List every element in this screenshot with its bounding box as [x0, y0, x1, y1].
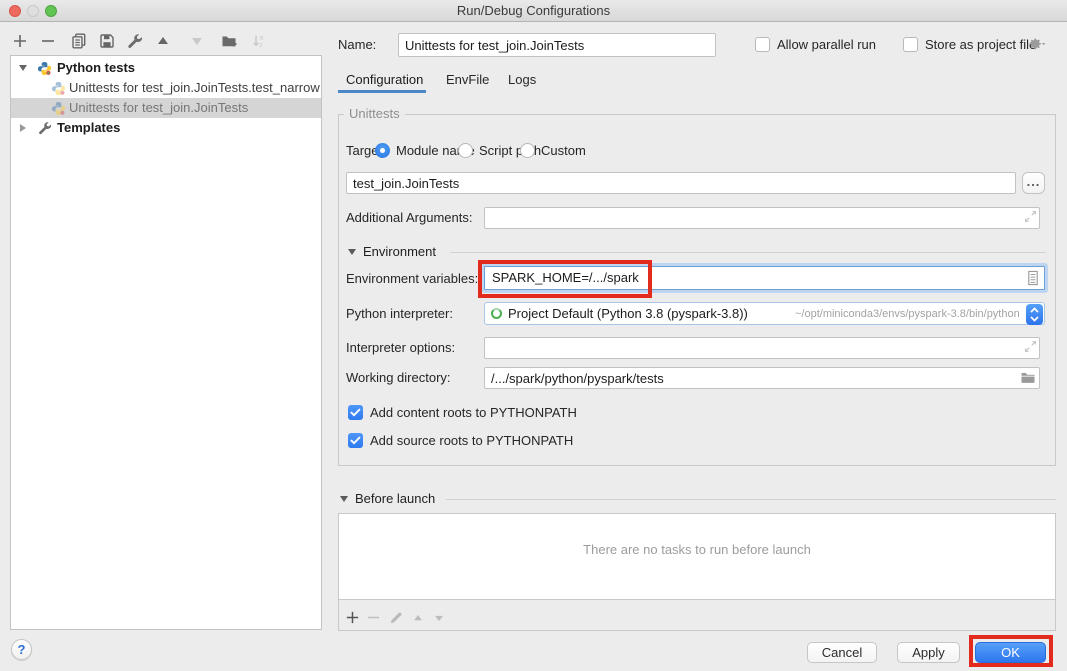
tree-item-test-narrow[interactable]: Unittests for test_join.JoinTests.test_n…: [11, 78, 321, 98]
target-module-name-radio[interactable]: [375, 143, 390, 158]
cancel-button[interactable]: Cancel: [807, 642, 877, 663]
python-interpreter-path: ~/opt/miniconda3/envs/pyspark-3.8/bin/py…: [795, 303, 1020, 325]
expand-arrow-icon[interactable]: [20, 124, 26, 132]
working-directory-label: Working directory:: [346, 367, 451, 389]
tree-item-python-tests[interactable]: Python tests: [11, 58, 321, 78]
minimize-window-button[interactable]: [27, 5, 39, 17]
module-name-input[interactable]: [346, 172, 1016, 194]
expand-field-icon[interactable]: [1024, 210, 1037, 226]
active-tab-indicator: [338, 90, 426, 93]
before-launch-section-line: [446, 499, 1056, 500]
allow-parallel-run-checkbox[interactable]: [755, 37, 770, 52]
name-input[interactable]: [398, 33, 716, 57]
unittests-group-title: Unittests: [344, 107, 405, 121]
python-interpreter-value: Project Default (Python 3.8 (pyspark-3.8…: [508, 303, 748, 324]
tree-item-templates[interactable]: Templates: [11, 118, 321, 138]
source-roots-checkbox[interactable]: [348, 433, 363, 448]
environment-variables-label: Environment variables:: [346, 268, 478, 290]
zoom-window-button[interactable]: [45, 5, 57, 17]
target-script-path-radio[interactable]: [458, 143, 473, 158]
tree-item-jointests-selected[interactable]: Unittests for test_join.JoinTests: [11, 98, 321, 118]
browse-button[interactable]: ...: [1022, 172, 1045, 194]
before-launch-collapse-icon[interactable]: [340, 496, 348, 502]
close-window-button[interactable]: [9, 5, 21, 17]
tree-item-label: Unittests for test_join.JoinTests: [69, 98, 248, 118]
environment-section-line: [450, 252, 1046, 253]
conda-env-icon: [491, 308, 502, 319]
before-launch-section-label: Before launch: [355, 491, 435, 507]
title-bar: Run/Debug Configurations: [0, 0, 1067, 22]
highlight-box-ok: [969, 635, 1053, 667]
browse-variables-icon[interactable]: [1026, 270, 1040, 289]
expand-field-icon[interactable]: [1024, 340, 1037, 356]
tab-logs[interactable]: Logs: [508, 70, 536, 90]
collapse-arrow-icon[interactable]: [19, 65, 27, 71]
svg-text:a: a: [260, 35, 264, 42]
source-roots-label: Add source roots to PYTHONPATH: [370, 431, 573, 451]
add-task-icon[interactable]: [345, 610, 360, 628]
edit-defaults-icon[interactable]: [127, 33, 143, 49]
tree-item-label: Python tests: [57, 58, 135, 78]
tree-item-label: Unittests for test_join.JoinTests.test_n…: [69, 78, 320, 98]
before-launch-task-list[interactable]: There are no tasks to run before launch: [339, 514, 1055, 600]
edit-task-icon[interactable]: [389, 610, 404, 628]
move-down-icon[interactable]: [189, 33, 205, 49]
help-button[interactable]: ?: [11, 639, 32, 660]
save-icon[interactable]: [99, 33, 115, 49]
dropdown-stepper-icon[interactable]: [1026, 304, 1043, 325]
environment-section-label: Environment: [363, 244, 436, 260]
remove-icon[interactable]: [40, 33, 56, 49]
tab-envfile[interactable]: EnvFile: [446, 70, 489, 90]
python-interpreter-select[interactable]: Project Default (Python 3.8 (pyspark-3.8…: [484, 302, 1045, 325]
new-folder-icon[interactable]: [221, 33, 237, 49]
move-task-up-icon[interactable]: [411, 611, 425, 628]
svg-text:z: z: [260, 42, 263, 49]
interpreter-options-input[interactable]: [484, 337, 1040, 359]
gear-icon[interactable]: [1028, 36, 1046, 55]
highlight-box-env-vars: [478, 260, 652, 298]
target-custom-label: Custom: [541, 141, 586, 161]
folder-icon[interactable]: [1020, 370, 1036, 388]
target-custom-radio[interactable]: [520, 143, 535, 158]
move-task-down-icon[interactable]: [432, 611, 446, 628]
store-as-project-file-label: Store as project file: [925, 33, 1036, 57]
additional-arguments-input[interactable]: [484, 207, 1040, 229]
tree-item-label: Templates: [57, 118, 120, 138]
before-launch-panel: There are no tasks to run before launch: [338, 513, 1056, 631]
additional-arguments-label: Additional Arguments:: [346, 207, 472, 229]
environment-section-collapse-icon[interactable]: [348, 249, 356, 255]
configurations-tree: Python tests Unittests for test_join.Joi…: [10, 55, 322, 630]
python-interpreter-label: Python interpreter:: [346, 303, 453, 325]
working-directory-input[interactable]: [484, 367, 1040, 389]
content-roots-checkbox[interactable]: [348, 405, 363, 420]
templates-wrench-icon: [38, 121, 52, 141]
add-icon[interactable]: [12, 33, 28, 49]
allow-parallel-run-label: Allow parallel run: [777, 33, 876, 57]
before-launch-empty-text: There are no tasks to run before launch: [339, 542, 1055, 557]
run-debug-configurations-dialog: Run/Debug Configurations az Python tests…: [0, 0, 1067, 671]
move-up-icon[interactable]: [155, 33, 171, 49]
content-roots-label: Add content roots to PYTHONPATH: [370, 403, 577, 423]
remove-task-icon[interactable]: [366, 610, 381, 628]
apply-button[interactable]: Apply: [897, 642, 960, 663]
sort-alpha-icon[interactable]: az: [251, 33, 267, 49]
copy-icon[interactable]: [71, 33, 87, 49]
interpreter-options-label: Interpreter options:: [346, 337, 455, 359]
window-title: Run/Debug Configurations: [0, 0, 1067, 21]
name-label: Name:: [338, 33, 376, 57]
store-as-project-file-checkbox[interactable]: [903, 37, 918, 52]
tab-configuration[interactable]: Configuration: [346, 70, 423, 90]
